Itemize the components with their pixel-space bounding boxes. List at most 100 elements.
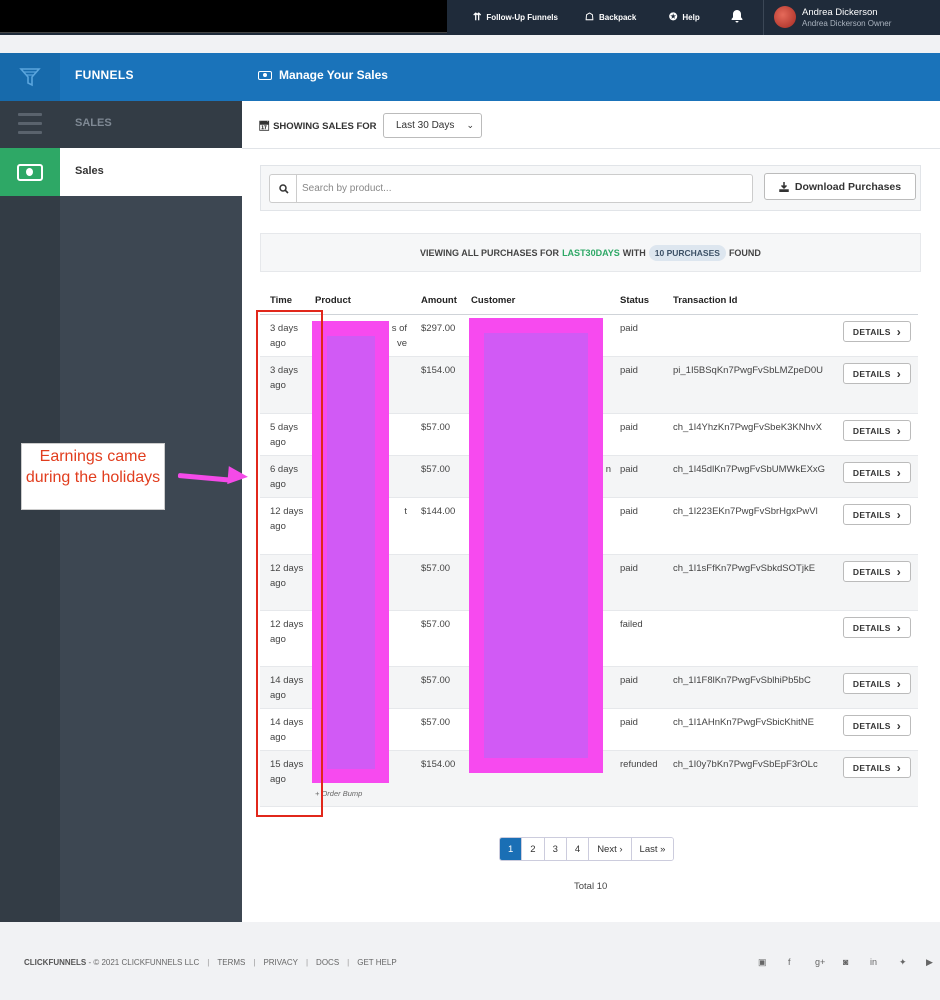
- column-header-status[interactable]: Status: [620, 295, 649, 306]
- footer-separator: |: [305, 958, 309, 967]
- search-placeholder: Search by product...: [302, 183, 392, 194]
- column-header-time[interactable]: Time: [270, 295, 292, 306]
- google-plus-icon[interactable]: g+: [815, 957, 825, 967]
- search-icon: [278, 183, 289, 194]
- details-button[interactable]: DETAILS ›: [843, 757, 911, 778]
- redaction-customer-inner: [484, 333, 588, 758]
- funnel-logo-cell[interactable]: [0, 53, 60, 101]
- column-header-customer[interactable]: Customer: [471, 295, 515, 306]
- backpack-label: Backpack: [598, 13, 637, 22]
- cell-transaction-id: ch_1I0y7bKn7PwgFvSbEpF3rOLc: [673, 759, 818, 770]
- header-bar: [0, 53, 940, 101]
- annotation-arrow-head: [227, 466, 249, 486]
- time-column-highlight: [256, 310, 323, 817]
- footer: CLICKFUNNELS - © 2021 CLICKFUNNELS LLC |…: [24, 958, 397, 967]
- avatar[interactable]: [774, 6, 796, 28]
- sidebar-item-sales[interactable]: Sales: [60, 148, 242, 196]
- cell-transaction-id: ch_1I223EKn7PwgFvSbrHgxPwVl: [673, 506, 818, 517]
- last-page-button[interactable]: Last »: [631, 838, 674, 860]
- sidebar-item-label: Sales: [75, 165, 104, 177]
- redacted-logo-area: [0, 0, 447, 33]
- user-divider: [763, 0, 764, 35]
- cash-icon: [17, 163, 43, 181]
- search-input[interactable]: Search by product...: [296, 174, 753, 203]
- column-header-amount[interactable]: Amount: [421, 295, 457, 306]
- backpack-icon: ☖: [585, 12, 594, 23]
- next-page-button[interactable]: Next ›: [589, 838, 632, 860]
- help-link[interactable]: ✪ Help: [669, 0, 700, 35]
- cell-status: paid: [620, 323, 638, 334]
- total-count: Total 10: [574, 881, 608, 892]
- instagram-icon[interactable]: ◙: [843, 957, 848, 967]
- details-button[interactable]: DETAILS ›: [843, 673, 911, 694]
- funnels-title[interactable]: FUNNELS: [75, 68, 134, 82]
- cell-amount: $297.00: [421, 323, 456, 334]
- facebook-icon[interactable]: f: [788, 957, 791, 967]
- youtube-icon[interactable]: ▶: [926, 957, 933, 968]
- details-button[interactable]: DETAILS ›: [843, 321, 911, 342]
- details-button[interactable]: DETAILS ›: [843, 715, 911, 736]
- footer-privacy-link[interactable]: PRIVACY: [263, 958, 298, 967]
- search-button[interactable]: [269, 174, 297, 203]
- chevron-right-icon: ›: [896, 507, 902, 522]
- column-header-product[interactable]: Product: [315, 295, 351, 306]
- chevron-double-up-icon: ⇈: [473, 12, 482, 23]
- user-name[interactable]: Andrea Dickerson: [802, 7, 878, 18]
- page-4-button[interactable]: 4: [566, 838, 590, 860]
- divider: [242, 148, 940, 149]
- purchase-count-badge: 10 PURCHASES: [648, 244, 726, 261]
- column-header-transaction-id[interactable]: Transaction Id: [673, 295, 737, 306]
- footer-separator: |: [347, 958, 350, 967]
- sidebar-nav: [60, 101, 242, 922]
- details-label: DETAILS: [852, 720, 891, 731]
- summary-period: LAST30DAYS: [562, 247, 620, 258]
- cell-amount: $57.00: [421, 464, 451, 475]
- follow-up-funnels-link[interactable]: ⇈ Follow-Up Funnels: [473, 0, 558, 35]
- details-button[interactable]: DETAILS ›: [843, 561, 911, 582]
- details-button[interactable]: DETAILS ›: [843, 504, 911, 525]
- menu-icon[interactable]: [18, 113, 42, 135]
- top-bar: [0, 0, 940, 35]
- chevron-right-icon: ›: [896, 760, 902, 775]
- footer-docs-link[interactable]: DOCS: [316, 958, 339, 967]
- page-3-button[interactable]: 3: [544, 838, 567, 860]
- cell-transaction-id: ch_1I1AHnKn7PwgFvSbicKhitNE: [673, 717, 814, 728]
- linkedin-icon[interactable]: in: [870, 957, 877, 967]
- help-label: Help: [682, 13, 700, 22]
- sidebar-sales-icon-cell[interactable]: [0, 148, 60, 196]
- date-range-select[interactable]: Last 30 Days ⌄: [383, 113, 482, 138]
- download-icon: [779, 181, 789, 192]
- details-label: DETAILS: [852, 326, 891, 337]
- cell-amount: $57.00: [421, 675, 451, 686]
- download-purchases-label: Download Purchases: [794, 180, 902, 193]
- chevron-right-icon: ›: [896, 676, 902, 691]
- date-range-value: Last 30 Days: [396, 120, 455, 131]
- twitter-icon[interactable]: ✦: [899, 957, 907, 968]
- details-button[interactable]: DETAILS ›: [843, 363, 911, 384]
- footer-terms-link[interactable]: TERMS: [217, 958, 245, 967]
- page-title: Manage Your Sales: [258, 68, 388, 82]
- details-label: DETAILS: [852, 368, 891, 379]
- funnel-icon: [19, 68, 41, 87]
- page-1-button[interactable]: 1: [500, 838, 523, 860]
- download-purchases-button[interactable]: Download Purchases: [764, 173, 916, 200]
- cell-status: paid: [620, 717, 638, 728]
- details-button[interactable]: DETAILS ›: [843, 617, 911, 638]
- footer-get-help-link[interactable]: GET HELP: [357, 958, 396, 967]
- showing-sales-label: 📅︎ SHOWING SALES FOR: [258, 121, 377, 132]
- purchases-summary: VIEWING ALL PURCHASES FOR LAST30DAYS WIT…: [260, 233, 921, 272]
- backpack-link[interactable]: ☖ Backpack: [585, 0, 636, 35]
- footer-separator: |: [207, 958, 210, 967]
- chevron-right-icon: ›: [896, 423, 902, 438]
- notifications-bell-icon[interactable]: [730, 9, 744, 23]
- page-2-button[interactable]: 2: [522, 838, 545, 860]
- details-label: DETAILS: [852, 425, 891, 436]
- details-label: DETAILS: [852, 509, 891, 520]
- cell-status: paid: [620, 675, 638, 686]
- footer-brand: CLICKFUNNELS: [24, 958, 87, 967]
- details-button[interactable]: DETAILS ›: [843, 462, 911, 483]
- cell-transaction-id: ch_1I1sFfKn7PwgFvSbkdSOTjkE: [673, 563, 816, 574]
- blog-icon[interactable]: ▣: [758, 957, 767, 968]
- details-button[interactable]: DETAILS ›: [843, 420, 911, 441]
- cell-amount: $154.00: [421, 365, 456, 376]
